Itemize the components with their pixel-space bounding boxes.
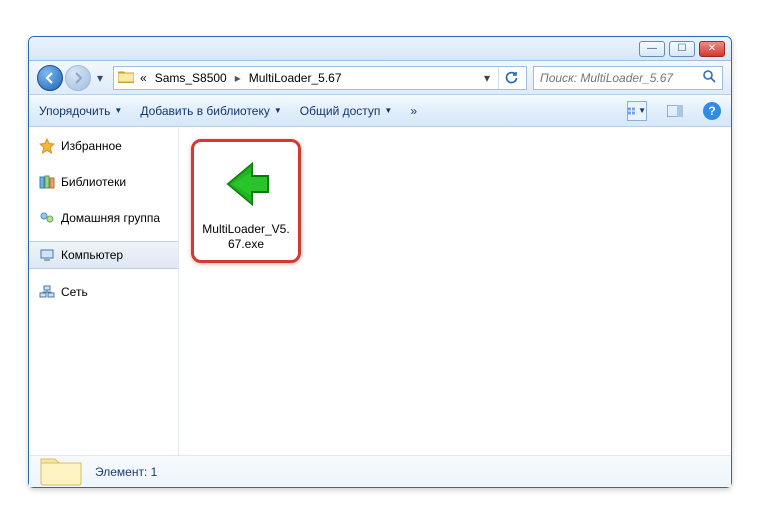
folder-icon: [118, 69, 134, 86]
computer-icon: [39, 247, 55, 263]
nav-pane: Избранное Библиотеки Домашняя группа: [29, 127, 179, 455]
breadcrumb-current[interactable]: MultiLoader_5.67: [247, 71, 344, 85]
organize-menu[interactable]: Упорядочить ▼: [39, 104, 122, 118]
add-to-library-menu[interactable]: Добавить в библиотеку ▼: [140, 104, 281, 118]
forward-button[interactable]: [65, 65, 91, 91]
star-icon: [39, 138, 55, 154]
command-bar: Упорядочить ▼ Добавить в библиотеку ▼ Об…: [29, 95, 731, 127]
organize-label: Упорядочить: [39, 104, 110, 118]
help-button[interactable]: ?: [703, 102, 721, 120]
chevron-down-icon: ▼: [114, 106, 122, 115]
folder-large-icon: [39, 451, 83, 487]
address-dropdown[interactable]: ▾: [480, 71, 494, 85]
close-button[interactable]: ✕: [699, 41, 725, 57]
add-library-label: Добавить в библиотеку: [140, 104, 270, 118]
sidebar-label: Сеть: [61, 285, 88, 299]
nav-bar: ▾ « Sams_S8500 ▸ MultiLoader_5.67 ▾: [29, 61, 731, 95]
network-icon: [39, 284, 55, 300]
share-menu[interactable]: Общий доступ ▼: [300, 104, 393, 118]
arrow-right-icon: [72, 72, 84, 84]
toolbar-overflow[interactable]: »: [410, 104, 417, 118]
homegroup-icon: [39, 210, 55, 226]
chevron-right-icon: ▸: [233, 71, 243, 85]
sidebar-label: Библиотеки: [61, 175, 126, 189]
breadcrumb-chevrons[interactable]: «: [138, 71, 149, 85]
minimize-button[interactable]: —: [639, 41, 665, 57]
maximize-button[interactable]: ☐: [669, 41, 695, 57]
chevron-down-icon: ▼: [638, 106, 646, 115]
refresh-button[interactable]: [498, 67, 522, 89]
preview-pane-button[interactable]: [665, 101, 685, 121]
pane-icon: [667, 105, 683, 117]
search-box[interactable]: [533, 66, 723, 90]
file-list[interactable]: MultiLoader_V5.67.exe: [179, 127, 731, 455]
thumbnails-icon: [628, 105, 636, 117]
file-name: MultiLoader_V5.67.exe: [202, 222, 290, 252]
status-text: Элемент: 1: [95, 465, 157, 479]
status-bar: Элемент: 1: [29, 455, 731, 487]
file-item[interactable]: MultiLoader_V5.67.exe: [191, 139, 301, 263]
view-options-button[interactable]: ▼: [627, 101, 647, 121]
highlight-annotation: MultiLoader_V5.67.exe: [191, 139, 301, 263]
search-icon: [702, 69, 716, 86]
arrow-left-icon: [44, 72, 56, 84]
back-button[interactable]: [37, 65, 63, 91]
explorer-window: — ☐ ✕ ▾ « Sams_S8500 ▸ MultiLoader_5.67 …: [28, 36, 732, 488]
sidebar-item-favorites[interactable]: Избранное: [29, 133, 178, 159]
nav-history-dropdown[interactable]: ▾: [93, 65, 107, 91]
exe-icon: [214, 152, 278, 216]
sidebar-label: Компьютер: [61, 248, 123, 262]
sidebar-item-network[interactable]: Сеть: [29, 279, 178, 305]
refresh-icon: [504, 71, 518, 85]
sidebar-item-homegroup[interactable]: Домашняя группа: [29, 205, 178, 231]
body: Избранное Библиотеки Домашняя группа: [29, 127, 731, 455]
sidebar-item-libraries[interactable]: Библиотеки: [29, 169, 178, 195]
search-input[interactable]: [540, 71, 698, 85]
chevron-down-icon: ▼: [384, 106, 392, 115]
titlebar: — ☐ ✕: [29, 37, 731, 61]
sidebar-label: Домашняя группа: [61, 211, 160, 225]
breadcrumb-parent[interactable]: Sams_S8500: [153, 71, 229, 85]
sidebar-item-computer[interactable]: Компьютер: [29, 241, 178, 269]
address-bar[interactable]: « Sams_S8500 ▸ MultiLoader_5.67 ▾: [113, 66, 527, 90]
libraries-icon: [39, 174, 55, 190]
chevron-down-icon: ▼: [274, 106, 282, 115]
share-label: Общий доступ: [300, 104, 381, 118]
nav-buttons: ▾: [37, 65, 107, 91]
sidebar-label: Избранное: [61, 139, 122, 153]
